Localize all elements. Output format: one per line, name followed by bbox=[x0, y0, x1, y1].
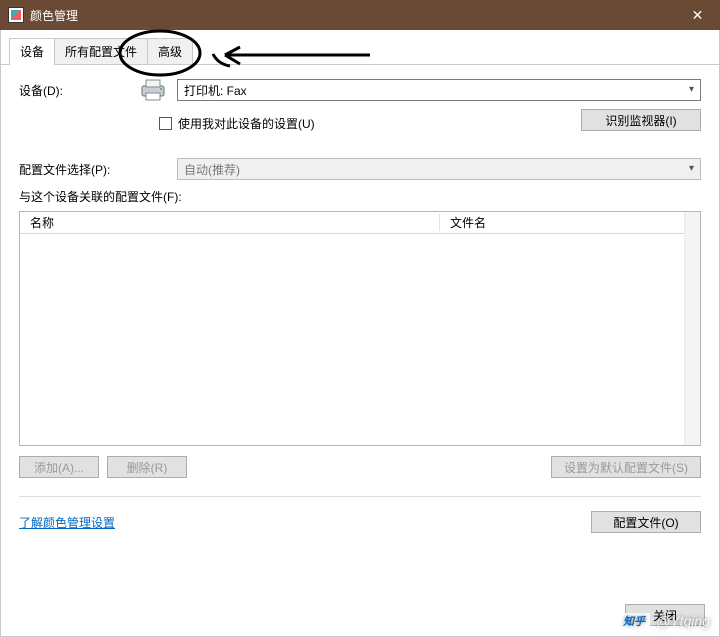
tab-all-profiles[interactable]: 所有配置文件 bbox=[54, 38, 148, 64]
button-label: 添加(A)... bbox=[34, 459, 84, 476]
close-dialog-button[interactable]: 关闭 bbox=[625, 604, 705, 626]
title-bar: 颜色管理 ✕ bbox=[0, 0, 720, 30]
chevron-down-icon: ▾ bbox=[689, 84, 694, 95]
printer-icon bbox=[139, 79, 167, 101]
list-button-row: 添加(A)... 删除(R) 设置为默认配置文件(S) bbox=[19, 456, 701, 478]
profile-select: 自动(推荐) ▾ bbox=[177, 158, 701, 180]
app-icon bbox=[8, 7, 24, 23]
learn-link[interactable]: 了解颜色管理设置 bbox=[19, 514, 115, 531]
footer-row: 了解颜色管理设置 配置文件(O) bbox=[19, 511, 701, 533]
remove-button: 删除(R) bbox=[107, 456, 187, 478]
associated-profiles-label: 与这个设备关联的配置文件(F): bbox=[19, 188, 701, 205]
button-label: 删除(R) bbox=[127, 459, 168, 476]
chevron-down-icon: ▾ bbox=[689, 163, 694, 174]
profiles-list: 名称 文件名 bbox=[19, 211, 701, 446]
profile-select-row: 配置文件选择(P): 自动(推荐) ▾ bbox=[19, 158, 701, 180]
tab-advanced[interactable]: 高级 bbox=[147, 38, 193, 64]
close-button[interactable]: ✕ bbox=[675, 0, 720, 30]
client-area: 设备 所有配置文件 高级 设备(D): 打印机: Fax ▾ bbox=[0, 30, 720, 637]
panel-devices: 设备(D): 打印机: Fax ▾ 使用我对此设备的设置(U) bbox=[1, 65, 719, 547]
set-default-button: 设置为默认配置文件(S) bbox=[551, 456, 701, 478]
tab-label: 高级 bbox=[158, 45, 182, 59]
use-my-settings-checkbox[interactable] bbox=[159, 117, 172, 130]
button-label: 配置文件(O) bbox=[613, 514, 678, 531]
device-label: 设备(D): bbox=[19, 82, 139, 99]
profile-select-value: 自动(推荐) bbox=[184, 161, 240, 178]
tab-strip: 设备 所有配置文件 高级 bbox=[1, 30, 719, 65]
use-my-settings-label: 使用我对此设备的设置(U) bbox=[178, 115, 315, 132]
profiles-button[interactable]: 配置文件(O) bbox=[591, 511, 701, 533]
button-label: 识别监视器(I) bbox=[605, 112, 676, 129]
scrollbar[interactable] bbox=[684, 212, 700, 445]
button-label: 关闭 bbox=[653, 607, 677, 624]
profile-select-label: 配置文件选择(P): bbox=[19, 161, 139, 178]
list-body[interactable] bbox=[20, 234, 684, 445]
divider bbox=[19, 496, 701, 497]
column-header-filename[interactable]: 文件名 bbox=[440, 214, 684, 231]
list-header: 名称 文件名 bbox=[20, 212, 684, 234]
tab-label: 设备 bbox=[20, 45, 44, 59]
close-icon: ✕ bbox=[692, 7, 704, 24]
tab-label: 所有配置文件 bbox=[65, 45, 137, 59]
identify-monitors-button[interactable]: 识别监视器(I) bbox=[581, 109, 701, 131]
device-row: 设备(D): 打印机: Fax ▾ bbox=[19, 79, 701, 101]
use-my-settings-row: 使用我对此设备的设置(U) bbox=[19, 115, 315, 132]
button-label: 设置为默认配置文件(S) bbox=[564, 459, 688, 476]
device-select-value: 打印机: Fax bbox=[184, 82, 247, 99]
column-header-name[interactable]: 名称 bbox=[20, 214, 440, 231]
add-button: 添加(A)... bbox=[19, 456, 99, 478]
tab-devices[interactable]: 设备 bbox=[9, 38, 55, 64]
device-select[interactable]: 打印机: Fax ▾ bbox=[177, 79, 701, 101]
window-title: 颜色管理 bbox=[30, 7, 78, 24]
